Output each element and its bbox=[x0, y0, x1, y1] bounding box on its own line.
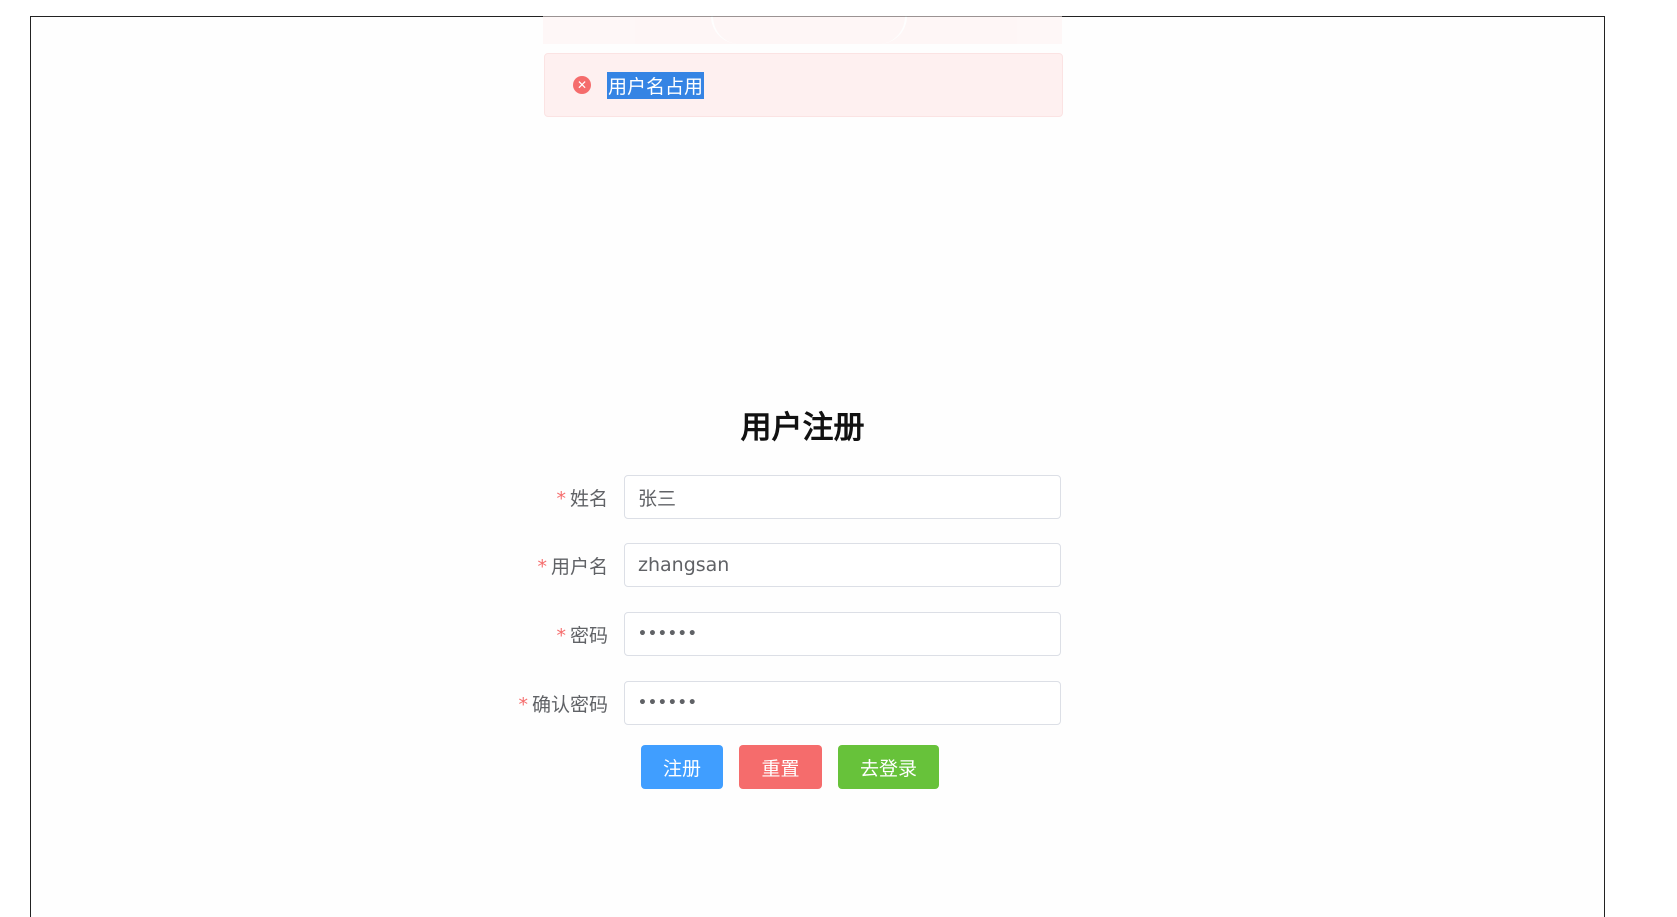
name-input[interactable]: 张三 bbox=[624, 475, 1061, 519]
toast-message: 用户名占用 bbox=[607, 71, 705, 99]
username-label: * 用户名 bbox=[537, 555, 608, 578]
page-title: 用户注册 bbox=[740, 410, 865, 446]
confirm-password-input[interactable]: •••••• bbox=[624, 681, 1061, 725]
required-mark: * bbox=[518, 693, 528, 716]
error-circle-icon: ✕ bbox=[573, 76, 591, 94]
username-input[interactable]: zhangsan bbox=[624, 543, 1061, 587]
form-row-confirm-password: * 确认密码 •••••• bbox=[500, 681, 1080, 725]
background-decoration bbox=[711, 16, 907, 44]
name-label: * 姓名 bbox=[556, 487, 608, 510]
error-toast: ✕ 用户名占用 bbox=[544, 53, 1063, 117]
required-mark: * bbox=[556, 487, 566, 510]
password-input[interactable]: •••••• bbox=[624, 612, 1061, 656]
register-button[interactable]: 注册 bbox=[641, 745, 723, 789]
previous-toast-fading bbox=[543, 16, 1062, 44]
form-row-password: * 密码 •••••• bbox=[500, 612, 1080, 656]
confirm-password-label: * 确认密码 bbox=[518, 693, 608, 716]
go-login-button[interactable]: 去登录 bbox=[838, 745, 939, 789]
required-mark: * bbox=[537, 555, 547, 578]
password-label: * 密码 bbox=[556, 624, 608, 647]
form-row-name: * 姓名 张三 bbox=[500, 475, 1080, 519]
reset-button[interactable]: 重置 bbox=[739, 745, 822, 789]
required-mark: * bbox=[556, 624, 566, 647]
form-row-username: * 用户名 zhangsan bbox=[500, 543, 1080, 587]
